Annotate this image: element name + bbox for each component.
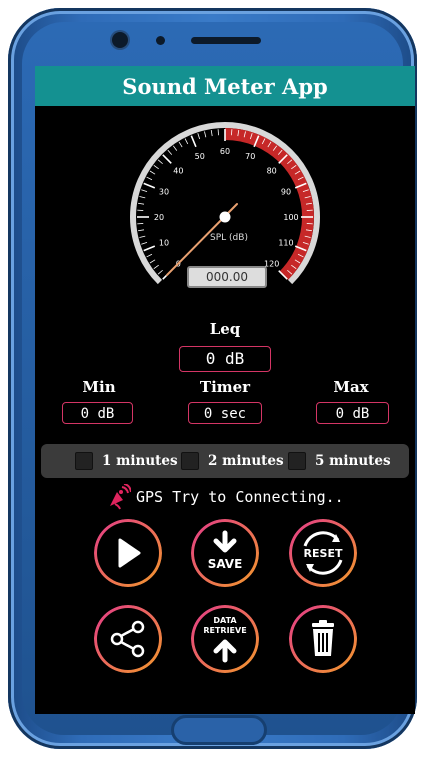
gauge-tick [204, 131, 207, 138]
timer-value: 0 sec [188, 402, 262, 424]
gps-status: GPS Try to Connecting.. [107, 484, 344, 510]
gauge-tick-label: 70 [245, 152, 255, 161]
duration-label: 5 minutes [315, 453, 391, 469]
share-icon [110, 620, 145, 658]
gauge-tick-label: 110 [278, 238, 293, 247]
gauge-tick [143, 182, 156, 189]
save-button[interactable]: SAVE [194, 522, 256, 584]
gauge-tick [190, 135, 197, 148]
data-retrieve-button[interactable]: DATA RETRIEVE [194, 608, 256, 670]
gauge-tick-label: 60 [220, 147, 230, 156]
gauge-tick-label: 80 [267, 166, 277, 175]
title-bar: Sound Meter App [35, 66, 415, 106]
gauge-tick [178, 141, 183, 148]
app-title: Sound Meter App [122, 73, 328, 99]
gauge-tick [184, 138, 189, 145]
gauge-tick [138, 202, 145, 205]
timer-label: Timer [199, 378, 251, 396]
leq-label: Leq [209, 320, 241, 338]
front-camera [112, 32, 128, 48]
gauge-tick-label: 100 [283, 213, 298, 222]
duration-2-minutes[interactable]: 2 minutes [181, 452, 284, 470]
duration-label: 1 minutes [102, 453, 178, 469]
duration-5-minutes[interactable]: 5 minutes [288, 452, 391, 470]
gauge-tick [141, 241, 148, 245]
gauge-tick [141, 189, 148, 193]
gauge-tick [146, 176, 153, 181]
play-icon [118, 538, 141, 568]
gauge-hub [219, 211, 231, 223]
upload-arrow-icon: DATA RETRIEVE [203, 616, 247, 663]
gauge-tick [153, 264, 159, 270]
home-button[interactable] [171, 715, 267, 745]
download-arrow-icon: SAVE [208, 530, 243, 571]
checkbox[interactable] [75, 452, 93, 470]
gauge-tick-label: 10 [159, 238, 169, 247]
gauge-readout: 000.00 [187, 266, 267, 288]
refresh-icon: RESET [304, 531, 343, 575]
gauge-tick [172, 145, 178, 151]
gauge-tick-label: 20 [154, 213, 164, 222]
gps-status-text: GPS Try to Connecting.. [136, 488, 344, 506]
gauge-tick [157, 159, 163, 165]
retrieve-label-line2: RETRIEVE [203, 626, 246, 635]
duration-options: 1 minutes 2 minutes 5 minutes [41, 444, 409, 478]
gauge-tick-label: 50 [195, 152, 205, 161]
duration-1-minute[interactable]: 1 minutes [75, 452, 178, 470]
gauge-tick [162, 154, 172, 164]
gauge-tick [139, 235, 146, 238]
proximity-sensor [156, 36, 165, 45]
retrieve-label-line1: DATA [213, 616, 237, 625]
gauge-tick [139, 196, 146, 199]
earpiece-speaker [191, 37, 261, 44]
gauge-tick [167, 149, 173, 155]
max-label: Max [333, 378, 369, 396]
gauge-tick [149, 170, 156, 175]
delete-button[interactable] [292, 608, 354, 670]
gauge-unit-label: SPL (dB) [210, 233, 248, 243]
reset-button[interactable]: RESET [292, 522, 354, 584]
checkbox[interactable] [181, 452, 199, 470]
checkbox[interactable] [288, 452, 306, 470]
app-screen: Sound Meter App 010203040506070809010011… [35, 66, 415, 714]
leq-value: 0 dB [179, 346, 271, 372]
reset-label: RESET [304, 547, 343, 560]
share-button[interactable] [97, 608, 159, 670]
gauge-tick [149, 259, 156, 264]
gauge-tick-label: 30 [159, 188, 169, 197]
duration-label: 2 minutes [208, 453, 284, 469]
gauge-tick [210, 130, 213, 137]
save-label: SAVE [208, 557, 243, 571]
min-value: 0 dB [62, 402, 133, 424]
gauge-tick [197, 133, 201, 140]
phone-frame: Sound Meter App 010203040506070809010011… [8, 8, 417, 749]
gauge-tick-label: 90 [281, 188, 291, 197]
max-value: 0 dB [316, 402, 389, 424]
play-button[interactable] [97, 522, 159, 584]
gauge-tick [143, 245, 156, 252]
satellite-icon [110, 484, 131, 510]
gauge-tick [138, 229, 145, 232]
trash-icon [312, 620, 334, 656]
gauge-tick [146, 253, 153, 258]
min-label: Min [82, 378, 116, 396]
gauge-tick [153, 164, 159, 170]
gauge-tick [157, 269, 163, 275]
gauge-tick-label: 40 [173, 166, 183, 175]
